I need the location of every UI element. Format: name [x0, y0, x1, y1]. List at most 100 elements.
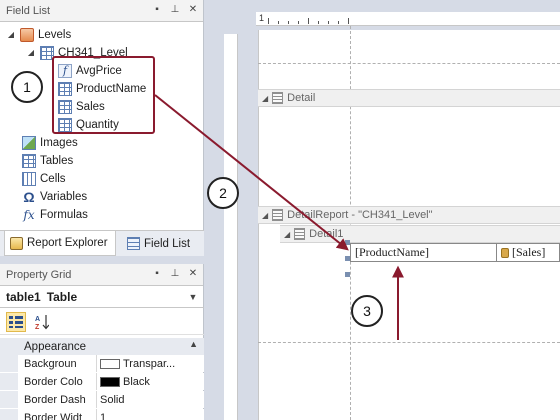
callout-number: 1 — [23, 79, 31, 95]
column-separator — [96, 409, 97, 420]
tree-node-images[interactable]: Images — [22, 134, 78, 152]
cells-icon — [22, 172, 36, 186]
property-value[interactable]: Solid — [100, 394, 198, 406]
component-selector[interactable]: table1 Table ▼ — [0, 286, 204, 308]
row-gutter — [0, 355, 18, 372]
property-row-border-width[interactable]: Border Widt 1 — [0, 409, 204, 420]
tab-field-list[interactable]: Field List — [122, 231, 202, 256]
selected-component-name: table1 — [6, 289, 41, 304]
images-icon — [22, 136, 36, 150]
tree-node-label: Tables — [40, 155, 74, 167]
tree-node-label: Variables — [40, 191, 88, 203]
property-value[interactable]: 1 — [100, 412, 198, 420]
selection-handle[interactable] — [345, 256, 350, 261]
band-icon — [272, 92, 284, 104]
tree-node-label: Images — [40, 137, 78, 149]
expand-arrow-icon[interactable]: ◢ — [26, 48, 36, 58]
row-gutter — [0, 391, 18, 408]
tab-label: Report Explorer — [27, 237, 108, 249]
band-icon — [294, 228, 306, 240]
callout-number: 3 — [363, 303, 371, 319]
tree-node-label: Cells — [40, 173, 66, 185]
sort-az-icon: A Z — [35, 314, 49, 330]
selection-handle[interactable] — [345, 240, 350, 245]
report-explorer-icon — [10, 236, 23, 250]
selection-handle[interactable] — [345, 272, 350, 277]
selected-component-type: Table — [46, 289, 78, 304]
window-position-icon[interactable]: ▪ — [151, 268, 163, 280]
tree-node-tables[interactable]: Tables — [22, 152, 73, 170]
ruler-tick — [308, 18, 309, 24]
property-row-border-dash[interactable]: Border Dash Solid — [0, 391, 204, 408]
svg-text:A: A — [35, 316, 40, 323]
property-value[interactable]: Transpar... — [100, 358, 198, 370]
margin-guide — [258, 63, 560, 64]
callout-2: 2 — [207, 177, 239, 209]
property-grid-title: Property Grid — [6, 268, 72, 281]
ruler-number: 1 — [259, 13, 265, 23]
svg-text:Z: Z — [35, 324, 40, 330]
ruler-tick — [328, 21, 329, 24]
field-list-icon — [127, 237, 140, 250]
cell-text: [ProductName] — [355, 245, 429, 259]
callout-number: 2 — [219, 185, 227, 201]
pin-icon[interactable]: ⊥ — [169, 4, 181, 16]
band-detail[interactable]: ◢ Detail — [258, 89, 560, 107]
row-gutter — [0, 409, 18, 420]
tree-node-variables[interactable]: Ω Variables — [22, 188, 87, 206]
table-row[interactable]: [ProductName] [Sales] — [350, 243, 560, 262]
tree-node-cells[interactable]: Cells — [22, 170, 66, 188]
category-appearance[interactable]: Appearance ▲ — [0, 338, 204, 355]
categorized-icon — [9, 315, 23, 328]
pin-icon[interactable]: ⊥ — [169, 268, 181, 280]
color-swatch — [100, 376, 120, 387]
ruler-tick — [278, 21, 279, 24]
tab-report-explorer[interactable]: Report Explorer — [4, 231, 116, 256]
band-icon — [272, 209, 284, 221]
chevron-up-icon[interactable]: ▲ — [189, 339, 198, 349]
table-cell-productname[interactable]: [ProductName] — [351, 244, 497, 261]
field-list-title: Field List — [6, 4, 51, 17]
tree-node-label: Formulas — [40, 209, 88, 221]
property-value-text: Black — [123, 375, 150, 388]
property-grid-toolbar: A Z — [0, 309, 204, 335]
ruler-tick — [288, 21, 289, 24]
close-icon[interactable]: ✕ — [187, 268, 199, 280]
band-title: DetailReport - "CH341_Level" — [287, 209, 433, 221]
category-label: Appearance — [24, 340, 87, 353]
tree-node-label: Levels — [38, 29, 72, 41]
property-value-text: Solid — [100, 393, 125, 406]
alphabetical-view-button[interactable]: A Z — [32, 312, 52, 332]
categorized-view-button[interactable] — [6, 311, 26, 332]
window-position-icon[interactable]: ▪ — [151, 4, 163, 16]
band-detail1[interactable]: ◢ Detail1 — [280, 225, 560, 243]
column-separator — [96, 391, 97, 408]
property-row-border-color[interactable]: Border Colo Black — [0, 373, 204, 390]
tree-node-levels[interactable]: ◢ Levels — [6, 26, 71, 44]
ruler-tick — [348, 18, 349, 24]
tree-node-formulas[interactable]: fx Formulas — [22, 206, 88, 224]
database-icon — [20, 28, 34, 42]
database-icon — [501, 247, 509, 258]
variables-icon: Ω — [23, 189, 35, 205]
chevron-down-icon[interactable]: ▼ — [186, 290, 200, 304]
property-value[interactable]: Black — [100, 376, 198, 388]
property-name: Border Colo — [24, 375, 83, 388]
expand-arrow-icon[interactable]: ◢ — [6, 30, 16, 40]
collapse-arrow-icon[interactable]: ◢ — [284, 230, 290, 239]
collapse-arrow-icon[interactable]: ◢ — [262, 94, 268, 103]
close-icon[interactable]: ✕ — [187, 4, 199, 16]
color-swatch — [100, 358, 120, 369]
tab-label: Field List — [144, 237, 191, 250]
ruler-tick — [318, 21, 319, 24]
horizontal-ruler: 1 — [256, 12, 560, 26]
table-cell-sales[interactable]: [Sales] — [497, 245, 559, 260]
callout-3: 3 — [351, 295, 383, 327]
band-detail-report[interactable]: ◢ DetailReport - "CH341_Level" — [258, 206, 560, 224]
property-row-background[interactable]: Backgroun Transpar... — [0, 355, 204, 372]
collapse-arrow-icon[interactable]: ◢ — [262, 211, 268, 220]
field-list-panel: Field List ▪ ⊥ ✕ ◢ Levels ◢ CH341_Level … — [0, 0, 204, 256]
property-value-text: Transpar... — [123, 357, 176, 370]
property-grid-title-bar: Property Grid ▪ ⊥ ✕ — [0, 264, 203, 286]
property-name: Backgroun — [24, 357, 77, 370]
